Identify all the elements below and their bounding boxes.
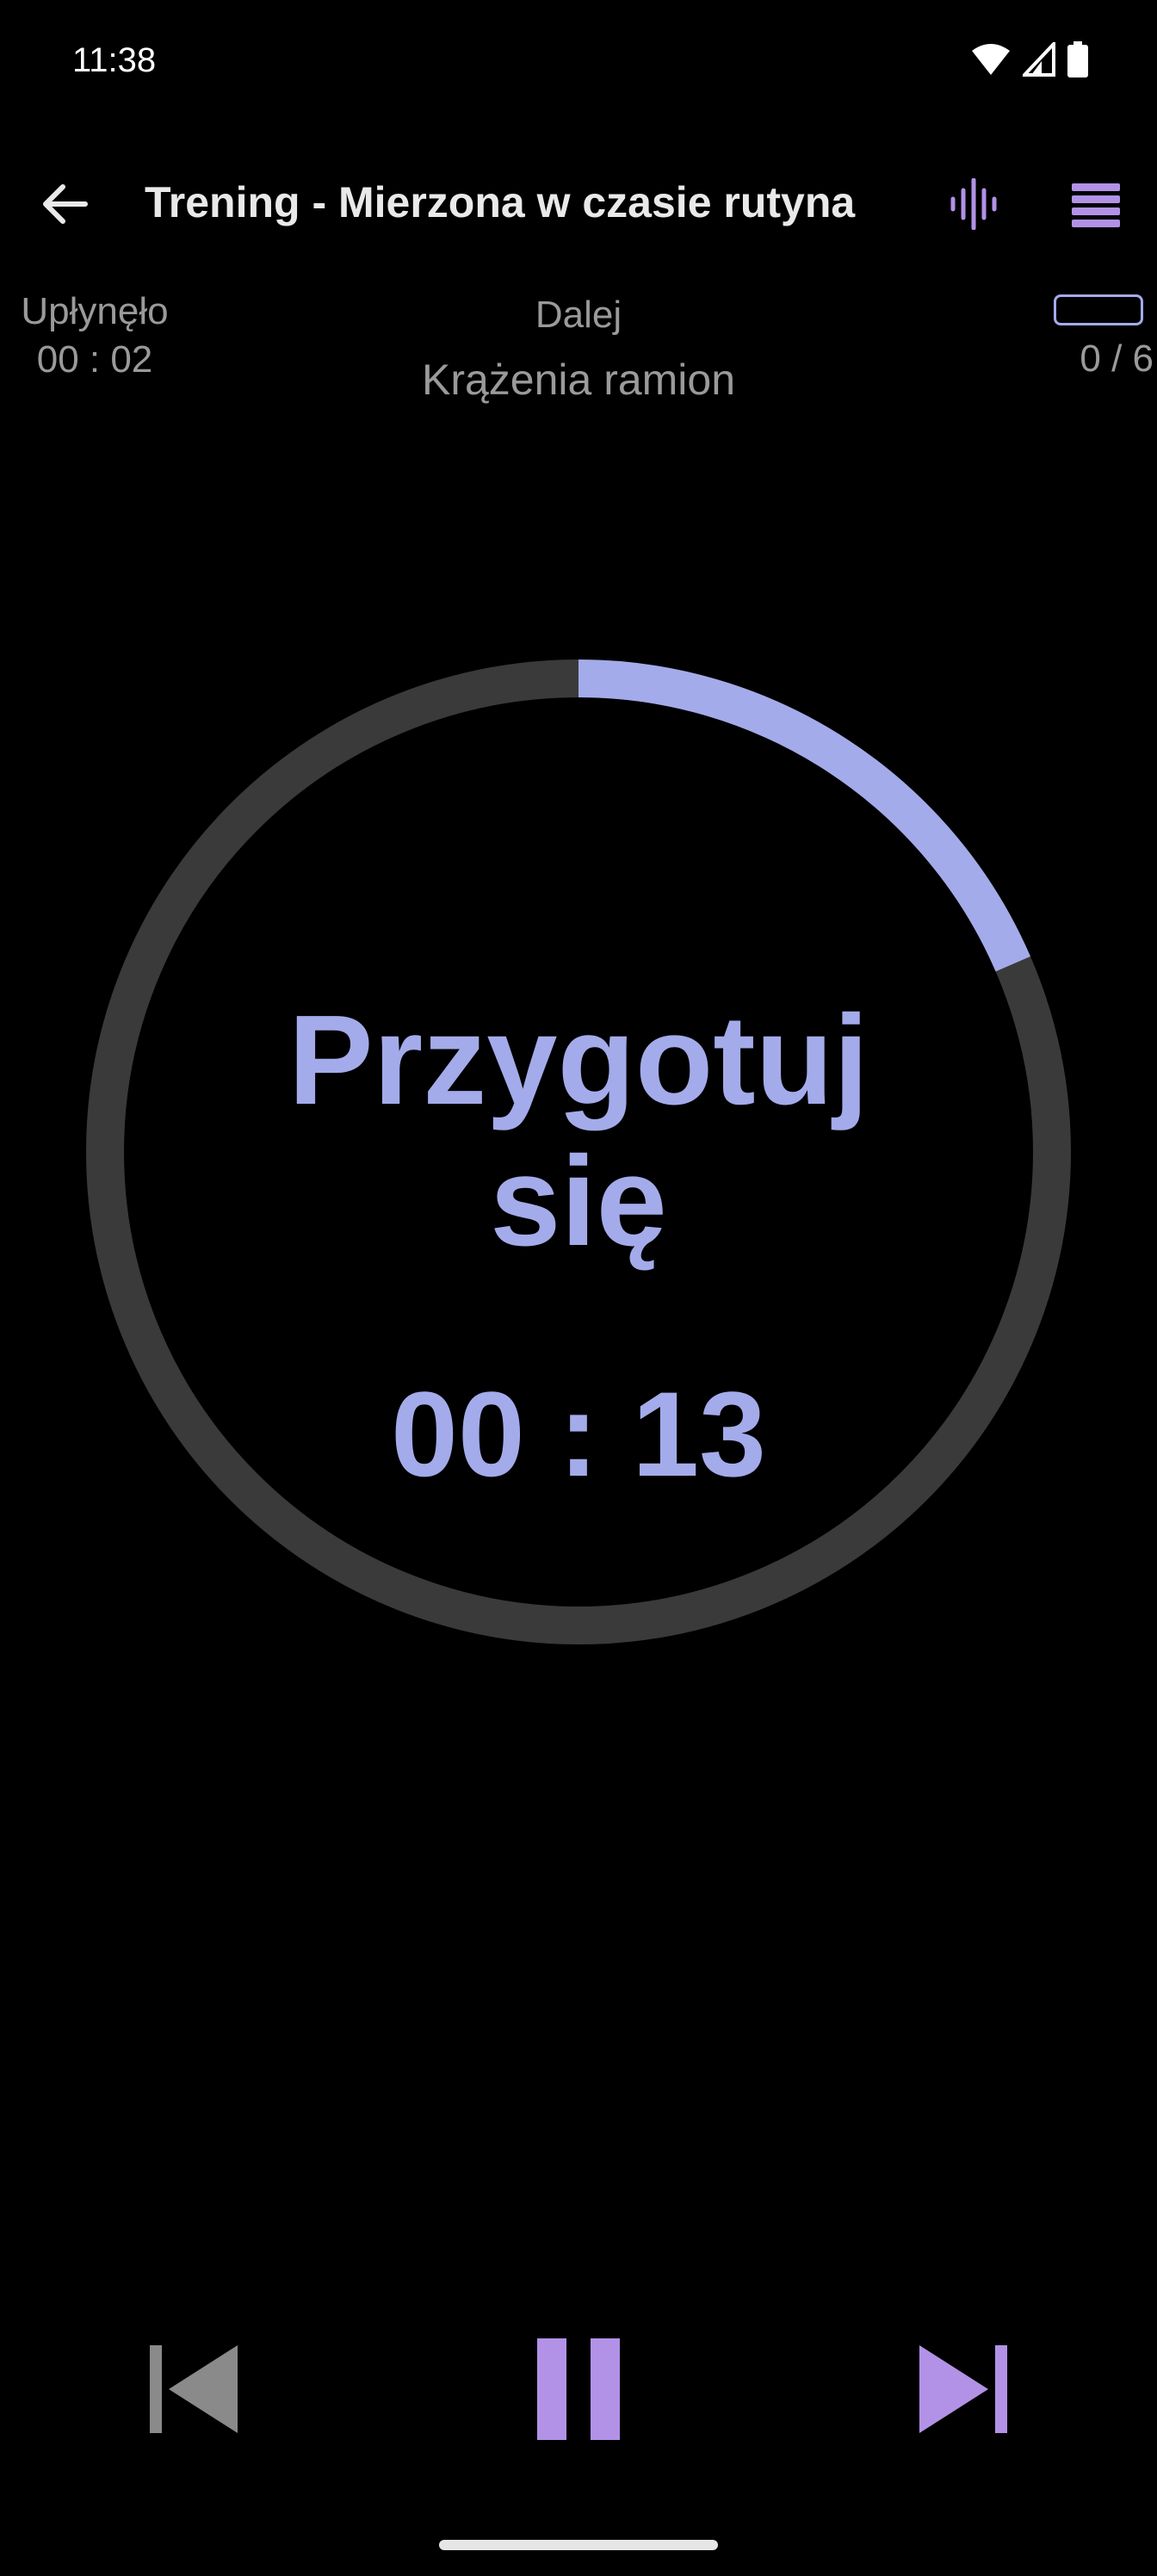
countdown-timer: 00 : 13: [391, 1366, 766, 1502]
next-exercise: Dalej Krążenia ramion: [320, 291, 837, 408]
list-icon: [1072, 183, 1120, 227]
arrow-left-icon: [43, 184, 88, 224]
sound-button[interactable]: [935, 165, 1012, 243]
workout-progress-bar: [1054, 294, 1143, 325]
status-time: 11:38: [72, 41, 157, 79]
menu-button[interactable]: [1057, 165, 1135, 243]
skip-previous-icon: [150, 2345, 238, 2433]
back-button[interactable]: [26, 165, 103, 243]
status-bar: 11:38: [0, 0, 1157, 129]
workout-timer-screen: 11:38 Trening - Mierzona w czasie rutyna: [0, 0, 1157, 2576]
exercise-counter: 0 / 6: [1080, 337, 1154, 380]
next-button[interactable]: [899, 2325, 1028, 2454]
elapsed-time: Upłynęło 00 : 02: [9, 288, 181, 384]
elapsed-label: Upłynęło: [21, 290, 169, 332]
next-exercise-name: Krążenia ramion: [421, 356, 736, 404]
skip-next-icon: [919, 2345, 1007, 2433]
pause-icon: [537, 2338, 620, 2440]
previous-button[interactable]: [129, 2325, 258, 2454]
phase-line-2: się: [490, 1130, 667, 1273]
signal-icon: [1023, 42, 1055, 77]
status-icons: [971, 41, 1088, 77]
page-title: Trening - Mierzona w czasie rutyna: [145, 178, 856, 226]
waveform-icon: [950, 178, 997, 230]
app-bar: Trening - Mierzona w czasie rutyna: [0, 146, 1157, 258]
pause-button[interactable]: [514, 2325, 643, 2454]
phase-label: Przygotuj się: [148, 990, 1009, 1273]
wifi-icon: [972, 44, 1010, 75]
elapsed-value: 00 : 02: [36, 338, 153, 381]
gesture-nav-handle[interactable]: [439, 2540, 718, 2550]
phase-line-1: Przygotuj: [288, 989, 869, 1131]
battery-icon: [1067, 41, 1088, 77]
next-label: Dalej: [535, 294, 622, 336]
